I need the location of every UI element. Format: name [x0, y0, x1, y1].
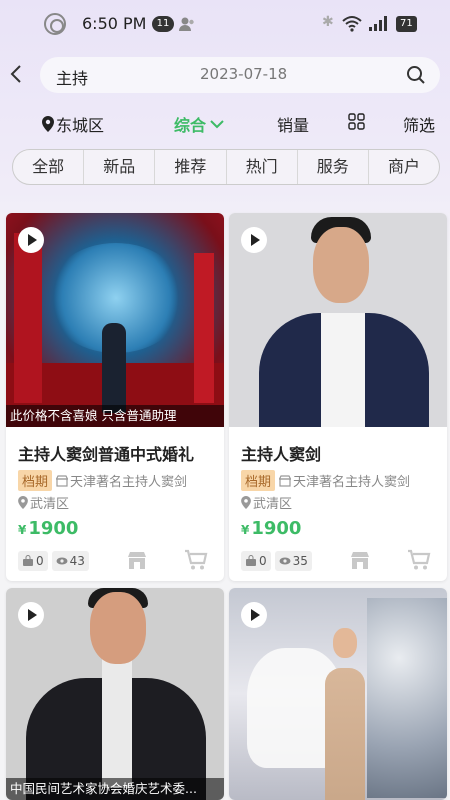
schedule-tag: 档期 [18, 470, 53, 491]
tab-popular[interactable]: 热门 [227, 150, 298, 184]
currency-symbol: ¥ [241, 523, 250, 537]
location-pin-icon [241, 496, 251, 509]
merchant-name: 天津著名主持人窦剑 [70, 475, 188, 490]
location-label: 东城区 [56, 116, 105, 135]
tab-recommended[interactable]: 推荐 [155, 150, 227, 184]
merchant-name: 天津著名主持人窦剑 [293, 475, 411, 490]
app-indicator-icon [44, 13, 66, 35]
sort-default-dropdown[interactable]: 综合 [174, 112, 224, 136]
play-icon[interactable] [241, 602, 267, 628]
product-title: 主持人窦剑 [241, 445, 322, 464]
image-caption: 此价格不含喜娘 只含普通助理 [6, 405, 224, 427]
favorites-value: 0 [36, 554, 44, 568]
play-icon[interactable] [18, 227, 44, 253]
location-selector[interactable]: 东城区 [42, 112, 104, 136]
product-image[interactable]: 此价格不含喜娘 只含普通助理 [6, 213, 224, 427]
sort-sales-button[interactable]: 销量 [277, 112, 309, 136]
tab-all[interactable]: 全部 [13, 150, 85, 184]
chevron-down-icon [210, 120, 224, 129]
eye-icon [56, 557, 68, 565]
product-tags: 档期 天津著名主持人窦剑 [18, 470, 187, 491]
sort-default-label: 综合 [174, 116, 207, 135]
favorites-count: 0 [241, 551, 271, 571]
product-stats: 0 35 [241, 551, 312, 571]
currency-symbol: ¥ [18, 523, 27, 537]
product-image[interactable]: 中国民间艺术家协会婚庆艺术委... [6, 588, 224, 800]
tab-new[interactable]: 新品 [84, 150, 156, 184]
favorites-count: 0 [18, 551, 48, 571]
store-icon[interactable] [126, 550, 148, 570]
status-time: 6:50 PM [82, 14, 147, 33]
search-icon[interactable] [406, 65, 426, 85]
play-icon[interactable] [18, 602, 44, 628]
image-caption: 中国民间艺术家协会婚庆艺术委... [6, 778, 224, 800]
battery-indicator: 71 [396, 16, 417, 32]
price-value: 1900 [28, 518, 79, 539]
cart-icon[interactable] [184, 549, 208, 571]
search-date[interactable]: 2023-07-18 [200, 65, 287, 83]
district-label: 武清区 [253, 497, 293, 512]
wifi-icon [342, 16, 362, 32]
tab-services[interactable]: 服务 [298, 150, 369, 184]
filter-button[interactable]: 筛选 [403, 112, 435, 136]
schedule-tag: 档期 [241, 470, 276, 491]
play-icon[interactable] [241, 227, 267, 253]
status-bar: 6:50 PM 11 ✱ 71 [0, 0, 450, 48]
shop-icon [279, 474, 292, 487]
category-tabs: 全部 新品 推荐 热门 服务 商户 [12, 149, 440, 185]
search-keyword: 主持 [56, 69, 89, 88]
product-district: 武清区 [241, 493, 292, 512]
notification-count-badge: 11 [152, 16, 174, 32]
district-label: 武清区 [30, 497, 70, 512]
product-price: ¥1900 [18, 518, 78, 539]
location-pin-icon [18, 496, 28, 509]
favorites-value: 0 [259, 554, 267, 568]
grid-view-icon[interactable] [348, 113, 365, 130]
person-icon [179, 17, 194, 31]
product-price: ¥1900 [241, 518, 301, 539]
product-title: 主持人窦剑普通中式婚礼 [18, 445, 195, 464]
bluetooth-icon: ✱ [322, 14, 334, 30]
product-tags: 档期 天津著名主持人窦剑 [241, 470, 410, 491]
shop-icon [56, 474, 69, 487]
views-value: 43 [69, 554, 85, 568]
product-card[interactable] [229, 588, 447, 800]
store-icon[interactable] [349, 550, 371, 570]
product-image[interactable] [229, 213, 447, 427]
signal-icon [369, 16, 387, 31]
filter-bar: 东城区 综合 销量 筛选 [0, 108, 450, 136]
views-value: 35 [292, 554, 308, 568]
bag-icon [246, 555, 256, 566]
product-district: 武清区 [18, 493, 69, 512]
product-card[interactable]: 主持人窦剑 档期 天津著名主持人窦剑 武清区 ¥1900 0 35 [229, 213, 447, 581]
tab-merchants[interactable]: 商户 [369, 150, 439, 184]
search-input[interactable]: 主持 2023-07-18 [40, 57, 440, 93]
views-count: 43 [51, 551, 89, 571]
eye-icon [279, 557, 291, 565]
cart-icon[interactable] [407, 549, 431, 571]
bag-icon [23, 555, 33, 566]
back-button[interactable] [8, 62, 24, 86]
product-card[interactable]: 此价格不含喜娘 只含普通助理 主持人窦剑普通中式婚礼 档期 天津著名主持人窦剑 … [6, 213, 224, 581]
location-pin-icon [42, 116, 54, 132]
product-card[interactable]: 中国民间艺术家协会婚庆艺术委... [6, 588, 224, 800]
product-stats: 0 43 [18, 551, 89, 571]
price-value: 1900 [251, 518, 302, 539]
product-image[interactable] [229, 588, 447, 800]
views-count: 35 [274, 551, 312, 571]
